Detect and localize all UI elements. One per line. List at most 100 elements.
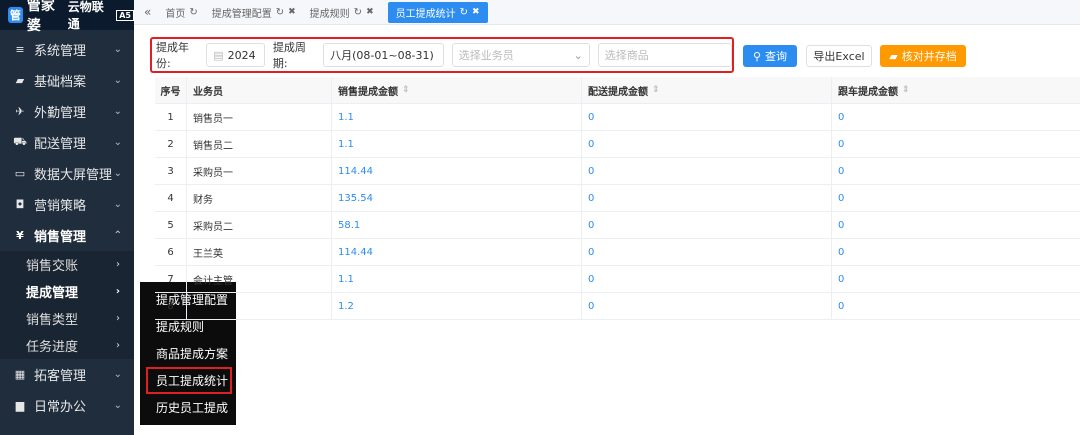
cell-sales-commission[interactable]: 114.44 <box>332 239 582 265</box>
query-button[interactable]: ⚲ 查询 <box>743 45 797 67</box>
sidebar-item-field[interactable]: ✈ 外勤管理 ⌄ <box>0 96 134 127</box>
table-row[interactable]: 4 财务 135.54 0 0 <box>155 185 1080 212</box>
sort-icon[interactable]: ⇕ <box>902 85 910 95</box>
sort-icon[interactable]: ⇕ <box>652 85 660 95</box>
cell-sales-commission[interactable]: 1.1 <box>332 104 582 130</box>
refresh-icon[interactable]: ↻ <box>276 7 284 18</box>
cell-escort-commission[interactable]: 0 <box>832 131 1080 157</box>
cell-escort-commission[interactable]: 0 <box>832 293 1080 319</box>
sidebar-subitem-task-progress[interactable]: 任务进度 › <box>0 332 134 359</box>
query-label: 查询 <box>765 50 788 63</box>
tab-config[interactable]: 提成管理配置 ↻ ✖ <box>212 5 296 20</box>
cell-no: 2 <box>155 131 187 157</box>
folder-icon: ▰ <box>15 74 25 87</box>
cell-delivery-commission[interactable]: 0 <box>582 131 832 157</box>
sidebar-item-bigscreen[interactable]: ▭ 数据大屏管理 ⌄ <box>0 158 134 189</box>
cell-sales-commission[interactable]: 58.1 <box>332 212 582 238</box>
tab-home[interactable]: 首页 ↻ <box>165 5 197 20</box>
table-header: 序号 业务员 销售提成金额 ⇕ 配送提成金额 ⇕ 跟车提成金额 ⇕ <box>155 77 1080 104</box>
close-icon[interactable]: ✖ <box>366 7 374 17</box>
goods-select[interactable]: 选择商品 <box>597 43 732 67</box>
cell-salesperson: 销售员二 <box>187 131 332 157</box>
popup-item-history[interactable]: 历史员工提成 <box>140 394 236 421</box>
settings-icon: ≡ <box>15 43 25 56</box>
cell-escort-commission[interactable]: 0 <box>832 104 1080 130</box>
sidebar-item-delivery[interactable]: ⛟ 配送管理 ⌄ <box>0 127 134 158</box>
tab-label: 员工提成统计 <box>395 8 456 20</box>
image-icon: ◘ <box>15 198 25 211</box>
sidebar-item-system[interactable]: ≡ 系统管理 ⌄ <box>0 34 134 65</box>
cell-no: 4 <box>155 185 187 211</box>
cell-sales-commission[interactable]: 1.1 <box>332 266 582 292</box>
chevron-down-icon: ⌄ <box>573 48 583 62</box>
table-row[interactable]: 5 采购员二 58.1 0 0 <box>155 212 1080 239</box>
sidebar-item-sales[interactable]: ¥ 销售管理 ⌃ <box>0 220 134 251</box>
sort-icon[interactable]: ⇕ <box>402 85 410 95</box>
close-icon[interactable]: ✖ <box>288 7 296 17</box>
cell-sales-commission[interactable]: 1.2 <box>332 293 582 319</box>
table-row[interactable]: 3 采购员一 114.44 0 0 <box>155 158 1080 185</box>
sidebar-subitem-sales-type[interactable]: 销售类型 › <box>0 305 134 332</box>
tab-staff-stats[interactable]: 员工提成统计 ↻ ✖ <box>387 1 488 23</box>
folder-icon: ▰ <box>889 49 898 63</box>
table-row[interactable]: 7 会计主管 1.1 0 0 <box>155 266 1080 293</box>
sidebar-subitem-commission[interactable]: 提成管理 › <box>0 278 134 305</box>
cell-sales-commission[interactable]: 135.54 <box>332 185 582 211</box>
commission-table: 序号 业务员 销售提成金额 ⇕ 配送提成金额 ⇕ 跟车提成金额 ⇕ 1 销售员一 1.1 0… <box>155 77 1080 320</box>
logo-title: 管家婆 <box>26 0 55 34</box>
col-escort-commission[interactable]: 跟车提成金额 ⇕ <box>832 77 1080 103</box>
sidebar-item-label: 数据大屏管理 <box>34 168 113 183</box>
cell-escort-commission[interactable]: 0 <box>832 212 1080 238</box>
export-excel-button[interactable]: 导出Excel <box>806 45 872 67</box>
logo-mark: 管 <box>8 7 23 23</box>
sidebar-item-label: 营销策略 <box>34 199 87 214</box>
cell-sales-commission[interactable]: 114.44 <box>332 158 582 184</box>
chevron-down-icon: ⌄ <box>113 106 122 117</box>
table-row[interactable]: 2 销售员二 1.1 0 0 <box>155 131 1080 158</box>
refresh-icon[interactable]: ↻ <box>460 7 468 18</box>
cell-delivery-commission[interactable]: 0 <box>582 185 832 211</box>
sidebar-item-customer[interactable]: ▦ 拓客管理 ⌄ <box>0 359 134 390</box>
popup-item-goods-plan[interactable]: 商品提成方案 <box>140 340 236 367</box>
cell-escort-commission[interactable]: 0 <box>832 185 1080 211</box>
cell-delivery-commission[interactable]: 0 <box>582 212 832 238</box>
col-sales-commission[interactable]: 销售提成金额 ⇕ <box>332 77 582 103</box>
sidebar-item-office[interactable]: ▆ 日常办公 ⌄ <box>0 390 134 421</box>
chevron-down-icon: ⌄ <box>113 75 122 86</box>
salesperson-select[interactable]: 选择业务员 ⌄ <box>451 43 590 67</box>
collapse-icon[interactable]: « <box>144 5 151 19</box>
tab-label: 首页 <box>165 8 186 20</box>
col-label: 销售提成金额 <box>338 86 398 98</box>
sidebar-item-marketing[interactable]: ◘ 营销策略 ⌄ <box>0 189 134 220</box>
table-row[interactable]: 8 1.2 0 0 <box>155 293 1080 320</box>
cell-escort-commission[interactable]: 0 <box>832 239 1080 265</box>
refresh-icon[interactable]: ↻ <box>354 7 362 18</box>
popup-item-staff-stats[interactable]: 员工提成统计 <box>146 367 232 394</box>
table-row[interactable]: 6 王兰英 114.44 0 0 <box>155 239 1080 266</box>
cell-escort-commission[interactable]: 0 <box>832 266 1080 292</box>
cell-escort-commission[interactable]: 0 <box>832 158 1080 184</box>
table-row[interactable]: 1 销售员一 1.1 0 0 <box>155 104 1080 131</box>
year-picker[interactable]: ▤ 2024 <box>206 43 265 67</box>
col-delivery-commission[interactable]: 配送提成金额 ⇕ <box>582 77 832 103</box>
chevron-down-icon: ⌄ <box>113 137 122 148</box>
refresh-icon[interactable]: ↻ <box>189 7 197 18</box>
period-select[interactable]: 八月(08-01~08-31) <box>323 43 444 67</box>
archive-button[interactable]: ▰ 核对并存档 <box>880 45 966 67</box>
cell-salesperson: 王兰英 <box>187 239 332 265</box>
cell-delivery-commission[interactable]: 0 <box>582 104 832 130</box>
tab-rules[interactable]: 提成规则 ↻ ✖ <box>310 5 374 20</box>
table-body: 1 销售员一 1.1 0 0 2 销售员二 1.1 0 0 3 采购员一 114.44 0 0 4 财务 135.… <box>155 104 1080 320</box>
subitem-label: 销售类型 <box>26 313 79 328</box>
cell-delivery-commission[interactable]: 0 <box>582 293 832 319</box>
period-value: 八月(08-01~08-31) <box>330 49 434 62</box>
cell-delivery-commission[interactable]: 0 <box>582 239 832 265</box>
cell-sales-commission[interactable]: 1.1 <box>332 131 582 157</box>
close-icon[interactable]: ✖ <box>472 7 480 17</box>
cell-delivery-commission[interactable]: 0 <box>582 158 832 184</box>
cell-salesperson: 财务 <box>187 185 332 211</box>
sidebar-item-archive[interactable]: ▰ 基础档案 ⌄ <box>0 65 134 96</box>
sidebar-subitem-settlement[interactable]: 销售交账 › <box>0 251 134 278</box>
chevron-down-icon: ⌄ <box>113 369 122 380</box>
cell-delivery-commission[interactable]: 0 <box>582 266 832 292</box>
